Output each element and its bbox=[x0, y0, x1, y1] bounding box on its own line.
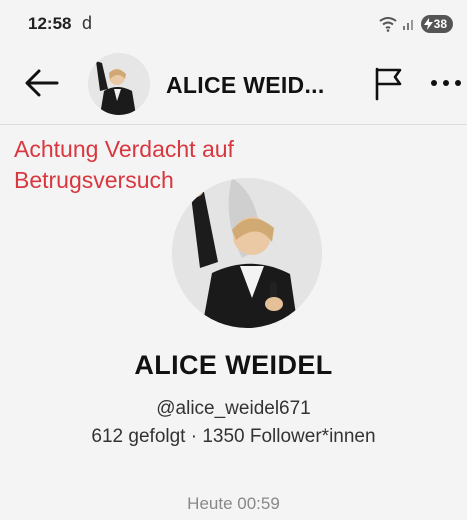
back-button[interactable] bbox=[24, 68, 60, 98]
battery-level: 38 bbox=[433, 17, 447, 31]
header-divider bbox=[0, 124, 467, 125]
status-time: 12:58 bbox=[28, 14, 72, 33]
avatar-photo bbox=[88, 53, 150, 115]
more-options-button[interactable] bbox=[428, 76, 466, 90]
battery-indicator: 38 bbox=[420, 15, 453, 33]
message-timestamp: Heute 00:59 bbox=[187, 494, 280, 513]
header-title: ALICE WEID... bbox=[166, 72, 325, 98]
profile-photo[interactable] bbox=[172, 178, 322, 328]
wifi-icon bbox=[379, 17, 397, 32]
status-icons: 38 bbox=[379, 14, 453, 34]
profile-handle: @alice_weidel671 bbox=[156, 398, 311, 419]
profile-header: ALICE WEID... bbox=[0, 50, 467, 120]
profile-photo-image bbox=[172, 178, 322, 328]
battery-charging-icon bbox=[423, 18, 433, 30]
flag-icon bbox=[375, 67, 402, 101]
arrow-left-icon bbox=[25, 69, 59, 97]
profile-name: ALICE WEIDEL bbox=[134, 350, 333, 380]
status-app-icon: d bbox=[82, 13, 93, 33]
profile-stats[interactable]: 612 gefolgt · 1350 Follower*innen bbox=[0, 426, 467, 448]
status-bar: 12:58 d 38 bbox=[0, 0, 467, 50]
more-dots-icon bbox=[431, 80, 461, 86]
header-avatar[interactable] bbox=[88, 53, 150, 115]
signal-icon bbox=[402, 20, 413, 30]
report-flag-button[interactable] bbox=[372, 65, 406, 101]
